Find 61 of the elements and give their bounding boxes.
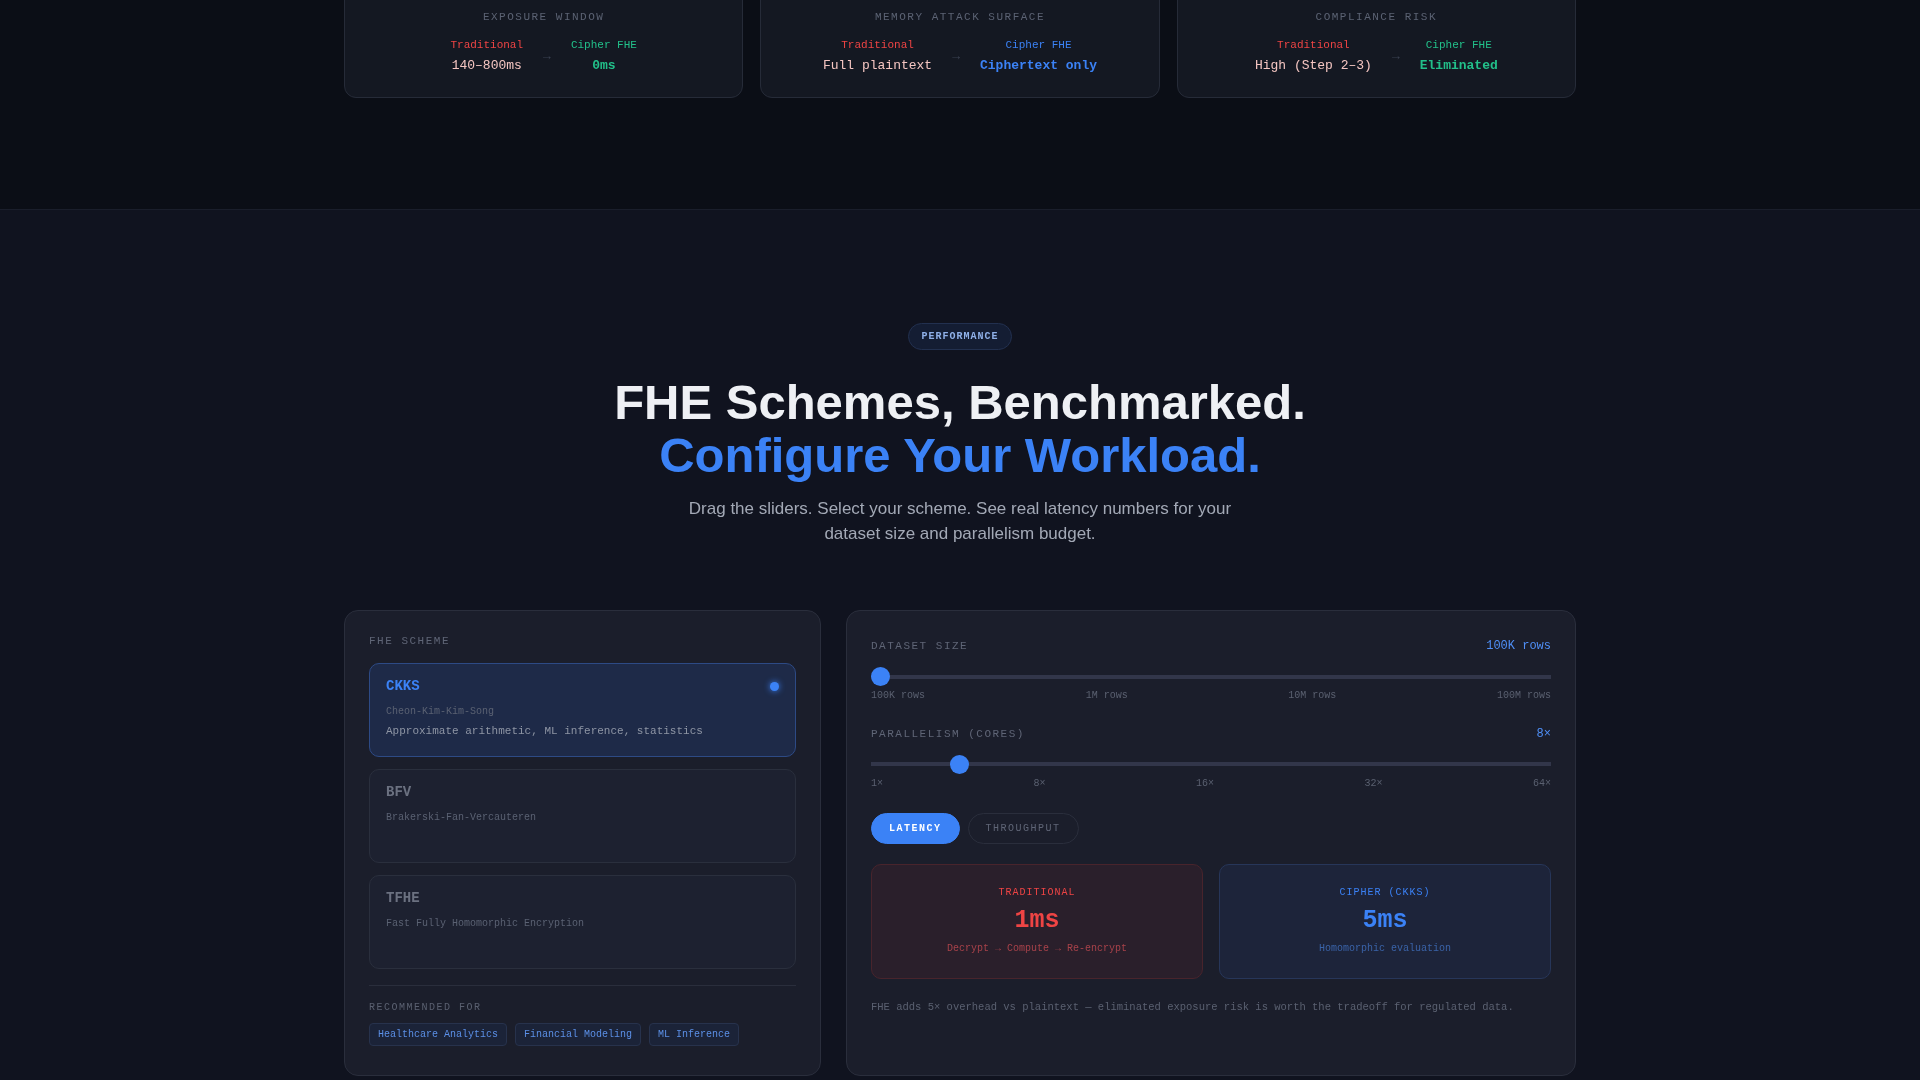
scheme-full-name: Cheon-Kim-Kim-Song [386,706,496,717]
slider-reading: 100K rows [1486,639,1551,653]
slider-reading: 8× [1536,727,1551,741]
scheme-name: BFV [386,784,412,800]
heading-accent: Configure Your Workload. [659,429,1261,482]
scheme-option[interactable]: BFV Brakerski-Fan-Vercauteren [369,769,796,863]
recommended-label: RECOMMENDED FOR [369,1002,483,1013]
traditional-label: Traditional [450,39,524,51]
result-value: 1ms [1014,906,1060,935]
scheme-full-name: Fast Fully Homomorphic Encryption [386,918,586,929]
tick-label: 100M rows [1496,690,1551,701]
card-title: MEMORY ATTACK SURFACE [874,11,1046,23]
traditional-label: Traditional [841,39,914,51]
result-label: TRADITIONAL [998,887,1076,898]
subtitle: Drag the sliders. Select your scheme. See real latency numbers for your dataset size and parallelism budget. [687,498,1233,545]
slider-label: DATASET SIZE [871,640,969,652]
scheme-option[interactable]: CKKS Cheon-Kim-Kim-Song Approximate arithmetic, ML inference, statistics [369,663,796,757]
traditional-value: 140–800ms [451,58,522,73]
result-value: 5ms [1362,906,1408,935]
tick-label: 1M rows [1085,690,1128,701]
scheme-name: CKKS [386,678,420,694]
heading: FHE Schemes, Benchmarked. [614,376,1306,429]
traditional-label: Traditional [1277,39,1350,51]
slider-thumb[interactable] [871,667,890,686]
scheme-option[interactable]: TFHE Fast Fully Homomorphic Encryption [369,875,796,969]
tick-label: 10M rows [1288,690,1337,701]
cipher-label: Cipher FHE [1005,39,1072,51]
arrow-text: → [1391,48,1400,64]
slider-thumb[interactable] [950,755,970,774]
cipher-value: Eliminated [1419,58,1498,73]
use-case-tag: ML Inference [649,1023,740,1046]
mode-toggle[interactable]: LATENCY [871,813,960,844]
arrow-text: → [543,48,551,64]
scheme-name: TFHE [386,890,420,906]
cipher-label: Cipher FHE [570,39,637,51]
section-badge: PERFORMANCE [908,323,1012,350]
tick-label: 16× [1195,778,1214,789]
scheme-description: Approximate arithmetic, ML inference, statistics [386,725,704,737]
arrow-text: → [952,48,960,64]
tick-label: 32× [1364,778,1383,789]
cipher-value: Ciphertext only [980,58,1097,73]
use-case-tag: Financial Modeling [515,1023,642,1046]
tick-label: 8× [1033,778,1046,789]
result-detail: Homomorphic evaluation [1319,943,1451,954]
footnote: FHE adds 5× overhead vs plaintext — eliminated exposure risk is worth the tradeoff for regulated data. [871,1001,1515,1013]
tick-label: 100K rows [871,690,925,701]
traditional-value: High (Step 2–3) [1254,58,1372,73]
result-detail: Decrypt → Compute → Re-encrypt [947,943,1127,954]
slider-label: PARALLELISM (CORES) [871,728,1025,740]
card-title: EXPOSURE WINDOW [482,11,605,23]
traditional-value: Full plaintext [822,58,933,73]
cipher-value: 0ms [592,58,616,73]
cipher-label: Cipher FHE [1425,39,1492,51]
selected-dot-icon [770,681,779,691]
panel-label: FHE SCHEME [369,635,451,647]
use-case-tag: Healthcare Analytics [369,1023,508,1046]
card-title: COMPLIANCE RISK [1315,11,1438,23]
tick-label: 64× [1532,778,1551,789]
scheme-full-name: Brakerski-Fan-Vercauteren [386,812,538,823]
tick-label: 1× [871,778,883,789]
result-label: CIPHER (CKKS) [1339,887,1431,898]
